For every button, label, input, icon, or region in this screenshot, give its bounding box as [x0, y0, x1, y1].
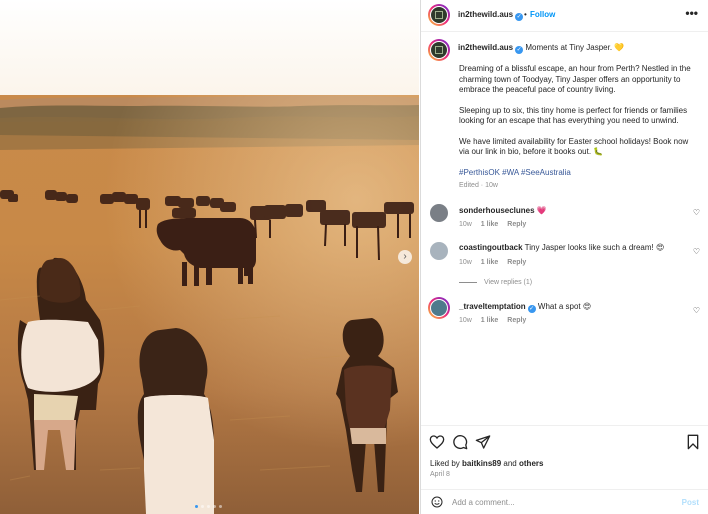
- verified-badge-icon: ✓: [515, 13, 524, 21]
- comment-username[interactable]: sonderhouseclunes: [459, 206, 535, 215]
- carousel-indicator: [195, 505, 222, 508]
- view-replies-button[interactable]: View replies (1): [459, 279, 532, 286]
- caption-paragraph: We have limited availability for Easter …: [459, 136, 689, 157]
- comment-meta: 10w 1 like Reply: [459, 259, 533, 266]
- author-avatar[interactable]: [428, 4, 450, 26]
- likes-prefix: Liked by: [430, 459, 460, 468]
- yellow-heart-emoji: 💛: [614, 43, 625, 52]
- carousel-dot: [219, 505, 222, 508]
- reply-button[interactable]: Reply: [507, 221, 526, 228]
- hashtag-link[interactable]: #PerthisOK: [459, 168, 500, 177]
- header-divider: [421, 31, 708, 32]
- carousel-dot: [201, 505, 204, 508]
- reply-button[interactable]: Reply: [507, 259, 526, 266]
- add-comment-input[interactable]: [452, 495, 672, 509]
- comment-likes[interactable]: 1 like: [481, 221, 499, 228]
- comment-text: sonderhouseclunes 💗: [459, 206, 689, 215]
- actions-divider: [421, 425, 708, 426]
- more-options-icon[interactable]: •••: [685, 6, 698, 20]
- comment-time: 10w: [459, 221, 472, 228]
- comment-bubble-icon[interactable]: [452, 434, 468, 450]
- next-slide-button[interactable]: ›: [398, 250, 412, 264]
- header-separator: •: [524, 10, 527, 19]
- carousel-dot: [207, 505, 210, 508]
- caption-title: Moments at Tiny Jasper.: [525, 43, 613, 52]
- caption-body: Dreaming of a blissful escape, an hour f…: [459, 64, 699, 188]
- like-heart-icon[interactable]: [429, 434, 445, 450]
- commenter-avatar[interactable]: [430, 204, 448, 222]
- comment-time: 10w: [459, 317, 472, 324]
- comment-body: What a spot 😍: [537, 302, 592, 311]
- comment-username[interactable]: _traveltemptation: [459, 302, 526, 311]
- hashtag-link[interactable]: #WA: [502, 168, 519, 177]
- comment-time: 10w: [459, 259, 472, 266]
- likes-and: and: [503, 459, 517, 468]
- comment-body: 💗: [536, 206, 547, 215]
- caption-avatar[interactable]: [428, 39, 450, 61]
- verified-badge-icon: ✓: [515, 46, 524, 54]
- likes-summary: Liked by baitkins89 and others: [430, 459, 543, 468]
- save-bookmark-icon[interactable]: [685, 434, 701, 450]
- like-comment-heart-icon[interactable]: ♡: [693, 247, 700, 256]
- hashtag-link[interactable]: #SeeAustralia: [521, 168, 571, 177]
- commenter-avatar[interactable]: [428, 297, 450, 319]
- follow-button[interactable]: Follow: [530, 10, 555, 19]
- like-comment-heart-icon[interactable]: ♡: [693, 208, 700, 217]
- commenter-avatar[interactable]: [430, 242, 448, 260]
- post-comment-button[interactable]: Post: [682, 498, 699, 507]
- comment-text: _traveltemptation ✓ What a spot 😍: [459, 302, 689, 313]
- post-photo[interactable]: ›: [0, 0, 419, 514]
- carousel-dot: [213, 505, 216, 508]
- caption-paragraph: Sleeping up to six, this tiny home is pe…: [459, 105, 688, 126]
- comment-body: Tiny Jasper looks like such a dream! 😍: [524, 243, 665, 252]
- verified-badge-icon: ✓: [527, 305, 536, 313]
- comment-likes[interactable]: 1 like: [481, 259, 499, 266]
- comment-text: coastingoutback Tiny Jasper looks like s…: [459, 243, 689, 252]
- caption-headline: in2thewild.aus ✓ Moments at Tiny Jasper. …: [458, 43, 624, 54]
- share-send-icon[interactable]: [475, 434, 491, 450]
- post-actions: [429, 434, 699, 450]
- comment-meta: 10w 1 like Reply: [459, 317, 533, 324]
- replies-line: [459, 281, 477, 283]
- comment-username[interactable]: coastingoutback: [459, 243, 523, 252]
- caption-paragraph: Dreaming of a blissful escape, an hour f…: [459, 64, 691, 94]
- comment-meta: 10w 1 like Reply: [459, 221, 533, 228]
- likes-others-link[interactable]: others: [519, 459, 543, 468]
- header-username[interactable]: in2thewild.aus ✓: [458, 10, 524, 21]
- edited-timestamp: Edited · 10w: [459, 182, 498, 189]
- comment-likes[interactable]: 1 like: [481, 317, 499, 324]
- view-replies-label: View replies (1): [484, 279, 533, 286]
- post-side-panel: in2thewild.aus ✓ • Follow ••• in2thewild.…: [420, 0, 708, 514]
- reply-button[interactable]: Reply: [507, 317, 526, 324]
- add-comment-row: Post: [421, 490, 708, 514]
- like-comment-heart-icon[interactable]: ♡: [693, 306, 700, 315]
- post-date: April 8: [430, 471, 450, 478]
- liked-by-user-link[interactable]: baitkins89: [462, 459, 501, 468]
- hashtags: #PerthisOK #WA #SeeAustralia: [459, 168, 699, 179]
- caption-username[interactable]: in2thewild.aus: [458, 43, 513, 52]
- header-username-text: in2thewild.aus: [458, 10, 514, 19]
- carousel-dot: [195, 505, 198, 508]
- emoji-smiley-icon[interactable]: [431, 496, 443, 508]
- field-with-cattle-and-children-image: [0, 0, 419, 514]
